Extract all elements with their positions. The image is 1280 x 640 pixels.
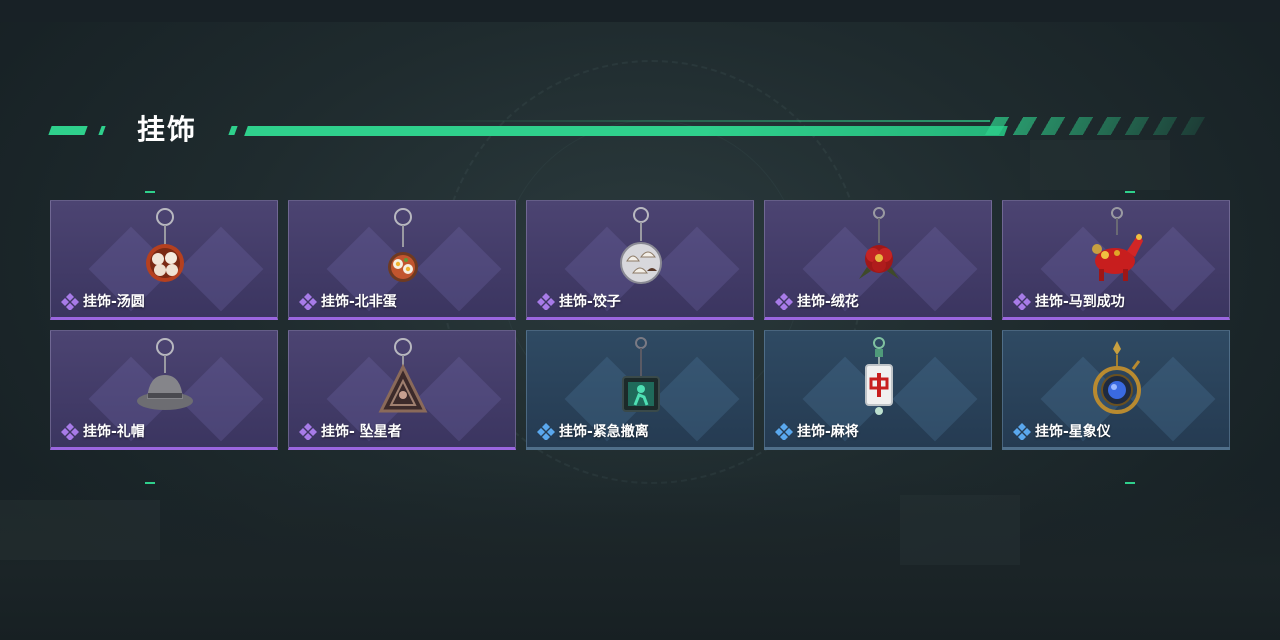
charm-label: 挂饰-汤圆 (61, 291, 145, 311)
charm-name: 挂饰-马到成功 (1035, 294, 1125, 310)
rarity-diamond-icon (61, 423, 79, 440)
charm-card-astrolabe[interactable]: 挂饰-星象仪 (1002, 330, 1230, 450)
charm-label: 挂饰-礼帽 (61, 421, 145, 441)
rarity-diamond-icon (775, 423, 793, 440)
charm-name: 挂饰-饺子 (559, 294, 621, 310)
charm-name: 挂饰-麻将 (797, 424, 859, 440)
background-scenery (0, 470, 1280, 640)
charm-card-velvet-flower[interactable]: 挂饰-绒花 (764, 200, 992, 320)
background-building (0, 500, 160, 560)
charm-card-star-faller[interactable]: 挂饰- 坠星者 (288, 330, 516, 450)
rarity-diamond-icon (537, 423, 555, 440)
charm-label: 挂饰-马到成功 (1013, 291, 1125, 311)
mahjong-charm-icon (865, 337, 893, 415)
charm-card-shakshuka[interactable]: 挂饰-北非蛋 (288, 200, 516, 320)
frame-tick (145, 191, 155, 193)
horse-success-charm-icon (1092, 207, 1143, 281)
charm-card-tangyuan[interactable]: 挂饰-汤圆 (50, 200, 278, 320)
rarity-diamond-icon (537, 293, 555, 310)
astrolabe-charm-icon (1093, 341, 1141, 414)
emergency-evac-charm-icon (622, 337, 660, 412)
background-building (1030, 140, 1170, 190)
charm-card-horse-success[interactable]: 挂饰-马到成功 (1002, 200, 1230, 320)
background-building (900, 495, 1020, 565)
header-accent (228, 126, 238, 135)
rarity-diamond-icon (775, 293, 793, 310)
frame-tick (145, 482, 155, 484)
dumplings-charm-icon (620, 207, 662, 284)
charm-card-top-hat[interactable]: 挂饰-礼帽 (50, 330, 278, 450)
charm-name: 挂饰-星象仪 (1035, 424, 1111, 440)
charm-name: 挂饰-绒花 (797, 294, 859, 310)
charm-name: 挂饰- 坠星者 (321, 424, 402, 440)
header-accent (98, 126, 106, 135)
section-title: 挂饰 (137, 113, 198, 146)
charm-card-emergency-evac[interactable]: 挂饰-紧急撤离 (526, 330, 754, 450)
charm-label: 挂饰-饺子 (537, 291, 621, 311)
tangyuan-charm-icon (146, 208, 184, 282)
velvet-flower-charm-icon (859, 207, 899, 279)
top-hat-charm-icon (137, 338, 193, 410)
rarity-diamond-icon (61, 293, 79, 310)
charm-label: 挂饰-绒花 (775, 291, 859, 311)
charm-label: 挂饰-紧急撤离 (537, 421, 649, 441)
header-checker-pattern (984, 117, 1206, 135)
rarity-diamond-icon (1013, 423, 1031, 440)
charm-label: 挂饰-北非蛋 (299, 291, 397, 311)
frame-tick (1125, 482, 1135, 484)
star-faller-charm-icon (378, 338, 428, 413)
top-bar (0, 0, 1280, 22)
rarity-diamond-icon (1013, 293, 1031, 310)
shakshuka-charm-icon (388, 208, 418, 282)
charm-name: 挂饰-紧急撤离 (559, 424, 649, 440)
rarity-diamond-icon (299, 293, 317, 310)
charm-grid: 挂饰-汤圆 挂饰-北非蛋 挂饰-饺子 挂饰-绒花 挂饰-马到成功 挂饰-礼帽 挂… (50, 200, 1230, 450)
charm-label: 挂饰-星象仪 (1013, 421, 1111, 441)
rarity-diamond-icon (299, 423, 317, 440)
charm-name: 挂饰-北非蛋 (321, 294, 397, 310)
frame-tick (1125, 191, 1135, 193)
charm-card-mahjong[interactable]: 挂饰-麻将 (764, 330, 992, 450)
charm-card-dumplings[interactable]: 挂饰-饺子 (526, 200, 754, 320)
charm-label: 挂饰- 坠星者 (299, 421, 402, 441)
charm-name: 挂饰-礼帽 (83, 424, 145, 440)
header-thin-line (430, 120, 990, 122)
header-bar (244, 126, 1008, 136)
charm-name: 挂饰-汤圆 (83, 294, 145, 310)
charm-label: 挂饰-麻将 (775, 421, 859, 441)
header-accent (48, 126, 88, 135)
